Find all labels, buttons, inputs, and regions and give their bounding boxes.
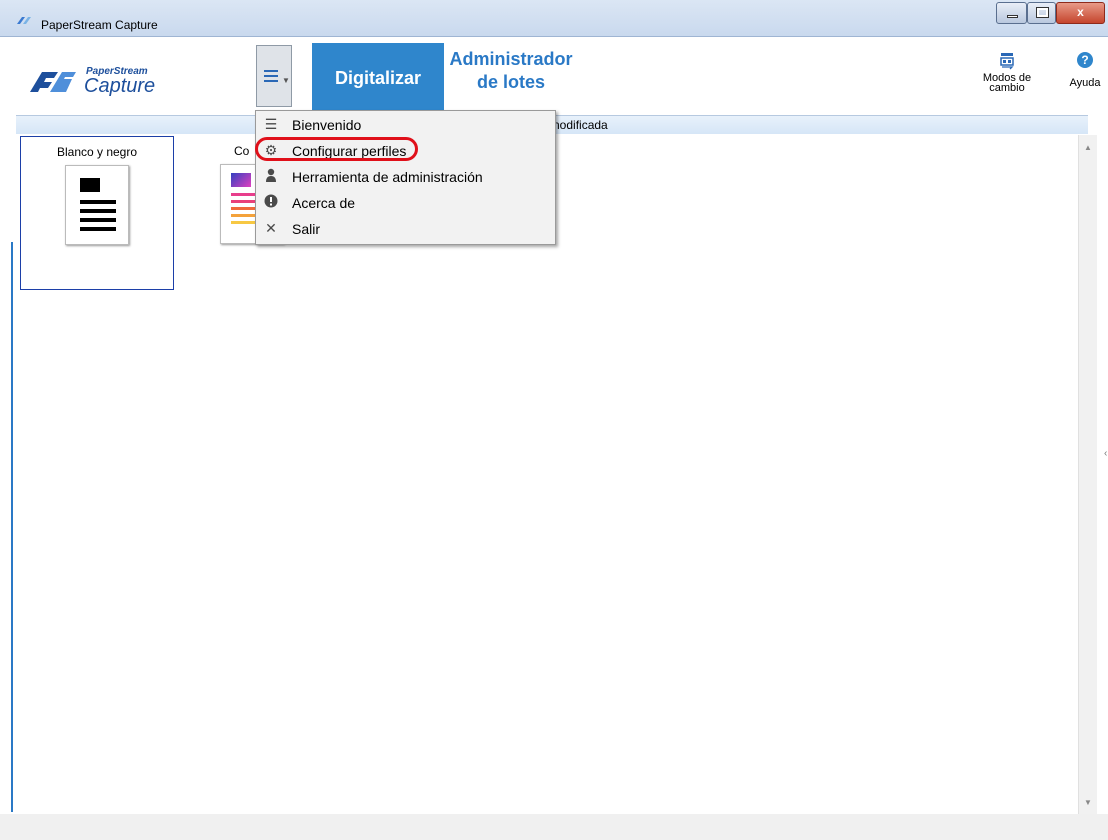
close-window-icon: x [1077,5,1084,19]
main-menu-popup: ☰ Bienvenido ⚙ Configurar perfiles Herra… [255,110,556,245]
menu-item-bienvenido[interactable]: ☰ Bienvenido [256,112,555,138]
minimize-icon [1007,15,1018,18]
menu-item-label: Salir [292,221,321,237]
modes-label-line2: cambio [989,82,1025,94]
close-button[interactable]: x [1056,2,1105,24]
tab-digitalizar[interactable]: Digitalizar [312,43,444,113]
menu-item-label: Acerca de [292,195,356,211]
minimize-button[interactable] [996,2,1027,24]
tab-batch-line2: de lotes [476,72,546,92]
paperstream-capture-logo: PaperStream Capture [30,66,155,97]
help-button[interactable]: ? Ayuda [1066,52,1104,89]
tab-administrador-de-lotes[interactable]: Administrador de lotes [444,48,578,106]
title-bar: PaperStream Capture x [0,0,1108,37]
status-bar [0,814,1108,840]
profile-tile-label: Blanco y negro [56,145,138,159]
menu-item-label: Herramienta de administración [292,169,483,185]
help-icon: ? [1077,52,1093,68]
switch-modes-button[interactable]: Modos de cambio [980,52,1034,94]
scroll-down-icon[interactable]: ▼ [1084,798,1092,807]
profile-tile-bw[interactable]: Blanco y negro [20,136,174,290]
menu-item-label: Bienvenido [292,117,362,133]
side-panel-handle-icon[interactable]: ‹ [1104,448,1107,459]
main-menu-button[interactable]: ▼ [256,45,292,107]
left-edge [8,130,16,820]
switch-mode-icon [1000,53,1014,70]
vertical-scrollbar[interactable]: ▲ ▼ [1078,135,1097,815]
close-icon: ✕ [265,220,277,236]
window-title: PaperStream Capture [41,18,158,32]
dropdown-arrow-icon: ▼ [282,76,290,85]
profile-status-label: nodificada [553,118,608,132]
app-window: PaperStream Capture x PaperStream Captur… [0,0,1108,840]
logo-brand-large: Capture [84,75,155,97]
highlight-ring [255,137,418,161]
maximize-icon [1036,7,1049,18]
bw-document-icon [65,165,129,245]
info-icon [263,194,279,210]
scroll-up-icon[interactable]: ▲ [1084,143,1092,152]
menu-item-herramienta-de-administracion[interactable]: Herramienta de administración [256,164,555,190]
menu-item-salir[interactable]: ✕ Salir [256,216,555,242]
help-label: Ayuda [1069,77,1101,89]
menu-item-acerca-de[interactable]: Acerca de [256,190,555,216]
maximize-button[interactable] [1027,2,1056,24]
app-icon [17,17,31,24]
tab-batch-line1: Administrador [449,49,573,69]
hamburger-icon [264,70,278,85]
list-icon: ☰ [264,116,278,132]
person-icon [263,168,279,184]
